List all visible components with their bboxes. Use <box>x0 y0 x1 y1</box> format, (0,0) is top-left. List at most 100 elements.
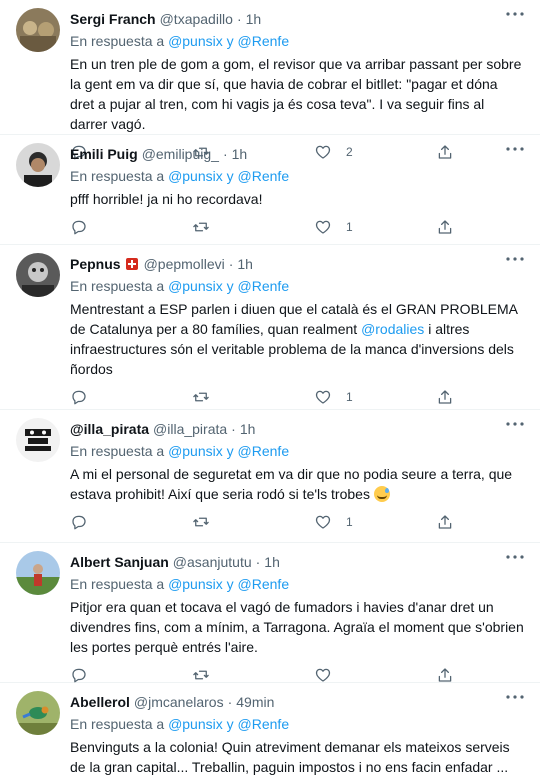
reply-conjunction: y <box>226 576 234 592</box>
share-button[interactable] <box>436 218 454 236</box>
more-icon[interactable] <box>504 141 526 157</box>
more-icon[interactable] <box>504 416 526 432</box>
avatar[interactable] <box>16 418 60 462</box>
reply-mention[interactable]: @Renfe <box>238 716 290 732</box>
more-icon[interactable] <box>504 251 526 267</box>
retweet-button[interactable] <box>192 513 314 531</box>
timestamp[interactable]: 1h <box>232 145 248 163</box>
tweet[interactable]: Abellerol @jmcanelaros · 49min En respue… <box>0 683 540 783</box>
tweet-text: Benvinguts a la colonia! Quin atreviment… <box>70 739 510 775</box>
tweet-text-container: A mi el personal de seguretat em va dir … <box>70 464 524 504</box>
display-name[interactable]: Sergi Franch <box>70 10 156 28</box>
retweet-button[interactable] <box>192 218 314 236</box>
separator-dot: · <box>227 694 233 710</box>
more-icon[interactable] <box>504 689 526 705</box>
tweet-header: Pepnus @pepmollevi · 1h <box>70 255 524 273</box>
user-handle[interactable]: @txapadillo <box>160 10 233 28</box>
reply-mention[interactable]: @punsix <box>168 443 223 459</box>
display-name[interactable]: Abellerol <box>70 693 130 711</box>
reply-prefix: En respuesta a <box>70 443 165 459</box>
avatar[interactable] <box>16 691 60 735</box>
separator-dot: · <box>228 256 234 272</box>
avatar[interactable] <box>16 8 60 52</box>
like-icon <box>315 515 331 529</box>
reply-mention[interactable]: @punsix <box>168 278 223 294</box>
tweet-text: Mentrestant a ESP parlen i diuen que el … <box>70 299 524 379</box>
reply-mention[interactable]: @punsix <box>168 33 223 49</box>
reply-button[interactable] <box>70 666 192 684</box>
reply-icon <box>72 220 86 235</box>
user-handle[interactable]: @emilipuig_ <box>142 145 219 163</box>
more-icon[interactable] <box>504 6 526 22</box>
like-button[interactable]: 1 <box>314 513 436 531</box>
reply-button[interactable] <box>70 218 192 236</box>
reply-mention[interactable]: @punsix <box>168 716 223 732</box>
retweet-button[interactable] <box>192 388 314 406</box>
separator-dot: · <box>255 554 261 570</box>
user-handle[interactable]: @asanjututu <box>173 553 252 571</box>
display-name[interactable]: Albert Sanjuan <box>70 553 169 571</box>
user-handle[interactable]: @illa_pirata <box>153 420 227 438</box>
tweet-text: pfff horrible! ja ni ho recordava! <box>70 191 263 207</box>
reply-conjunction: y <box>226 33 234 49</box>
user-handle[interactable]: @pepmollevi <box>144 255 225 273</box>
display-name[interactable]: Pepnus <box>70 255 121 273</box>
share-button[interactable] <box>436 388 454 406</box>
reply-mention[interactable]: @Renfe <box>238 33 290 49</box>
reply-context: En respuesta a @punsix y @Renfe <box>70 442 524 460</box>
retweet-icon <box>193 517 209 527</box>
timestamp[interactable]: 1h <box>240 420 256 438</box>
more-icon[interactable] <box>504 549 526 565</box>
reply-context: En respuesta a @punsix y @Renfe <box>70 167 524 185</box>
like-button[interactable] <box>314 666 436 684</box>
reply-mention[interactable]: @Renfe <box>238 576 290 592</box>
share-button[interactable] <box>436 513 454 531</box>
tweet[interactable]: Albert Sanjuan @asanjututu · 1h En respu… <box>0 543 540 683</box>
reply-conjunction: y <box>226 278 234 294</box>
timestamp[interactable]: 49min <box>236 693 274 711</box>
reply-mention[interactable]: @punsix <box>168 168 223 184</box>
reply-context: En respuesta a @punsix y @Renfe <box>70 32 524 50</box>
user-handle[interactable]: @jmcanelaros <box>134 693 224 711</box>
reply-context: En respuesta a @punsix y @Renfe <box>70 575 524 593</box>
share-icon <box>438 390 452 404</box>
display-name[interactable]: Emili Puig <box>70 145 138 163</box>
inline-mention[interactable]: @rodalies <box>361 321 424 337</box>
like-count: 1 <box>346 390 353 404</box>
reply-button[interactable] <box>70 388 192 406</box>
reply-prefix: En respuesta a <box>70 33 165 49</box>
avatar[interactable] <box>16 253 60 297</box>
reply-icon <box>72 390 86 405</box>
tweet[interactable]: Pepnus @pepmollevi · 1h En respuesta a @… <box>0 245 540 410</box>
avatar[interactable] <box>16 551 60 595</box>
reply-mention[interactable]: @Renfe <box>238 168 290 184</box>
reply-prefix: En respuesta a <box>70 716 165 732</box>
reply-mention[interactable]: @punsix <box>168 576 223 592</box>
reply-conjunction: y <box>226 443 234 459</box>
reply-mention[interactable]: @Renfe <box>238 278 290 294</box>
tweet[interactable]: Emili Puig @emilipuig_ · 1h En respuesta… <box>0 135 540 245</box>
separator-dot: · <box>231 421 236 437</box>
tweet-header: Albert Sanjuan @asanjututu · 1h <box>70 553 524 571</box>
retweet-button[interactable] <box>192 666 314 684</box>
timestamp[interactable]: 1h <box>246 10 262 28</box>
display-name[interactable]: @illa_pirata <box>70 420 149 438</box>
like-button[interactable]: 1 <box>314 218 436 236</box>
tweet-actions <box>70 665 524 685</box>
separator-dot: · <box>236 11 242 27</box>
tweet[interactable]: Sergi Franch @txapadillo · 1h En respues… <box>0 0 540 160</box>
reply-mention[interactable]: @Renfe <box>238 443 290 459</box>
timestamp[interactable]: 1h <box>237 255 253 273</box>
tweet-header: Sergi Franch @txapadillo · 1h <box>70 10 524 28</box>
reply-conjunction: y <box>226 716 234 732</box>
reply-button[interactable] <box>70 513 192 531</box>
tweet-actions: 1 <box>70 217 524 237</box>
sweat-smile-emoji-icon <box>373 486 390 502</box>
tweet[interactable]: @illa_pirata @illa_pirata · 1h En respue… <box>0 410 540 543</box>
avatar[interactable] <box>16 143 60 187</box>
share-icon <box>438 668 452 682</box>
like-button[interactable]: 1 <box>314 388 436 406</box>
timestamp[interactable]: 1h <box>264 553 280 571</box>
share-button[interactable] <box>436 666 454 684</box>
like-icon <box>315 390 331 404</box>
